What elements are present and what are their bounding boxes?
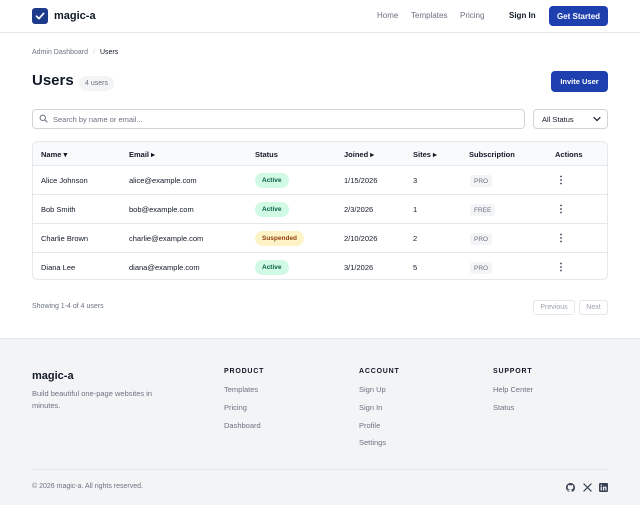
column-header-name[interactable]: Name ▾	[41, 150, 67, 159]
column-header-actions: Actions	[555, 150, 583, 159]
footer-divider	[32, 469, 608, 470]
search-box[interactable]	[32, 109, 525, 129]
site-footer: magic-a Build beautiful one-page website…	[0, 338, 640, 505]
footer-tagline: Build beautiful one-page websites in min…	[32, 389, 153, 410]
status-badge: Active	[255, 260, 289, 275]
user-name: Alice Johnson	[41, 176, 88, 185]
table-row: Charlie Brown charlie@example.com Suspen…	[33, 224, 607, 253]
nav-home[interactable]: Home	[377, 11, 398, 20]
sites-count: 2	[413, 234, 418, 243]
column-header-subscription: Subscription	[469, 150, 515, 159]
more-actions-icon[interactable]	[556, 173, 566, 187]
checkmark-logo-icon	[32, 8, 48, 24]
more-actions-icon[interactable]	[556, 260, 566, 274]
footer-copyright: © 2026 magic-a. All rights reserved.	[32, 483, 143, 490]
plan-badge: FREE	[470, 204, 496, 216]
more-actions-icon[interactable]	[556, 231, 566, 245]
breadcrumb-admin-dashboard[interactable]: Admin Dashboard	[32, 49, 88, 56]
sign-in-link[interactable]: Sign In	[509, 11, 536, 20]
brand-name: magic-a	[54, 10, 96, 22]
linkedin-icon[interactable]	[598, 482, 608, 492]
github-icon[interactable]	[565, 482, 575, 492]
table-row: Bob Smith bob@example.com Active 2/3/202…	[33, 195, 607, 224]
footer-link-templates[interactable]: Templates	[224, 385, 258, 394]
status-filter-value: All Status	[542, 114, 574, 124]
brand-logo[interactable]: magic-a	[32, 8, 96, 24]
plan-badge: PRO	[470, 175, 493, 187]
status-badge: Active	[255, 173, 289, 188]
table-header: Name ▾ Email ▸ Status Joined ▸ Sites ▸ S…	[33, 142, 607, 166]
breadcrumb-current: Users	[99, 49, 119, 56]
footer-link-profile[interactable]: Profile	[359, 421, 380, 430]
sites-count: 3	[413, 176, 418, 185]
user-email: charlie@example.com	[129, 234, 204, 243]
next-page-button[interactable]: Next	[579, 300, 608, 315]
footer-link-help-center[interactable]: Help Center	[493, 385, 533, 394]
x-icon[interactable]	[582, 482, 592, 492]
search-icon	[39, 114, 48, 125]
footer-link-pricing[interactable]: Pricing	[224, 403, 247, 412]
joined-date: 2/3/2026	[344, 205, 374, 214]
site-header: magic-a Home Templates Pricing Sign In G…	[0, 0, 640, 33]
user-email: diana@example.com	[129, 263, 200, 272]
status-badge: Suspended	[255, 231, 305, 246]
user-name: Diana Lee	[41, 263, 76, 272]
footer-link-status[interactable]: Status	[493, 403, 514, 412]
chevron-down-icon	[593, 115, 601, 124]
user-count-badge: 4 users	[79, 76, 114, 91]
footer-heading-support: SUPPORT	[493, 368, 533, 375]
table-row: Alice Johnson alice@example.com Active 1…	[33, 166, 607, 195]
plan-badge: PRO	[470, 262, 493, 274]
user-email: alice@example.com	[129, 176, 197, 185]
get-started-button[interactable]: Get Started	[549, 6, 608, 26]
column-header-status: Status	[255, 150, 278, 159]
user-name: Charlie Brown	[41, 234, 89, 243]
column-header-sites[interactable]: Sites ▸	[413, 150, 437, 159]
user-email: bob@example.com	[129, 205, 194, 214]
nav-pricing[interactable]: Pricing	[460, 11, 484, 20]
footer-heading-product: PRODUCT	[224, 368, 265, 375]
more-actions-icon[interactable]	[556, 202, 566, 216]
table-row: Diana Lee diana@example.com Active 3/1/2…	[33, 253, 607, 279]
joined-date: 1/15/2026	[344, 176, 378, 185]
footer-link-dashboard[interactable]: Dashboard	[224, 421, 261, 430]
search-input[interactable]	[53, 114, 513, 124]
footer-brand: magic-a	[32, 370, 74, 382]
invite-user-button[interactable]: Invite User	[551, 71, 608, 92]
status-badge: Active	[255, 202, 289, 217]
breadcrumb-separator: /	[93, 49, 95, 56]
page-title: Users	[32, 72, 74, 89]
sites-count: 5	[413, 263, 418, 272]
column-header-email[interactable]: Email ▸	[129, 150, 155, 159]
joined-date: 2/10/2026	[344, 234, 378, 243]
footer-link-settings[interactable]: Settings	[359, 438, 386, 447]
users-table: Name ▾ Email ▸ Status Joined ▸ Sites ▸ S…	[32, 141, 608, 280]
breadcrumb: Admin Dashboard / Users	[32, 49, 118, 56]
plan-badge: PRO	[470, 233, 493, 245]
previous-page-button[interactable]: Previous	[533, 300, 575, 315]
nav-templates[interactable]: Templates	[411, 11, 447, 20]
footer-link-sign-up[interactable]: Sign Up	[359, 385, 386, 394]
footer-link-sign-in[interactable]: Sign In	[359, 403, 382, 412]
pagination-summary: Showing 1-4 of 4 users	[32, 303, 104, 310]
footer-heading-account: ACCOUNT	[359, 368, 400, 375]
column-header-joined[interactable]: Joined ▸	[344, 150, 374, 159]
user-name: Bob Smith	[41, 205, 76, 214]
joined-date: 3/1/2026	[344, 263, 374, 272]
sites-count: 1	[413, 205, 418, 214]
status-filter-select[interactable]: All Status	[533, 109, 608, 129]
